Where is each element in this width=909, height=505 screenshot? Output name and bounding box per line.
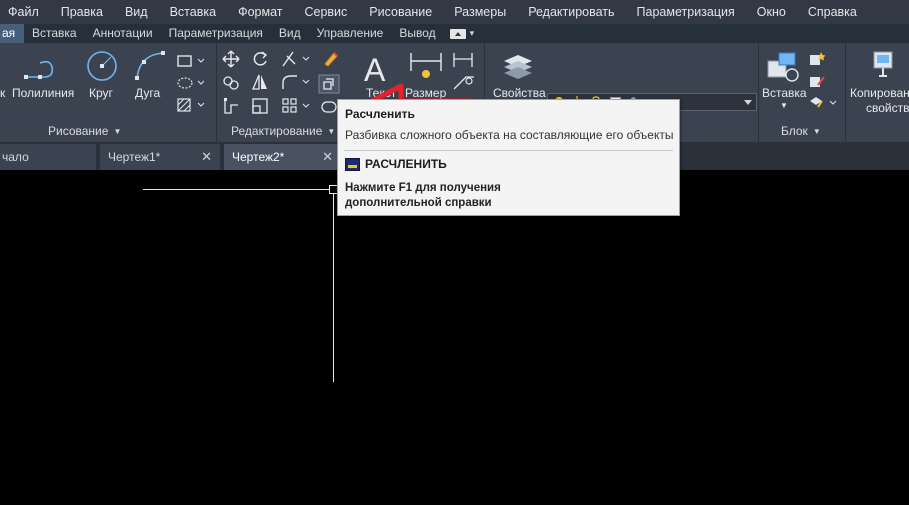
copy-icon[interactable]: [222, 73, 240, 91]
drawing-area[interactable]: [0, 170, 909, 505]
fillet-icon[interactable]: [281, 73, 311, 91]
chevron-down-icon: ▼: [327, 127, 336, 136]
arc-tool-label[interactable]: Дуга: [135, 86, 160, 100]
match-properties-icon[interactable]: [870, 49, 900, 81]
panel-divider: [845, 43, 846, 142]
circle-tool-label[interactable]: Круг: [89, 86, 113, 100]
dimension-icon[interactable]: [407, 51, 447, 85]
arc-icon[interactable]: [133, 49, 167, 83]
menu-dimensions[interactable]: Размеры: [443, 0, 517, 24]
modify-panel-title[interactable]: Редактирование ▼: [231, 121, 335, 141]
circle-icon[interactable]: [85, 49, 119, 83]
tooltip-explode: Расчленить Разбивка сложного объекта на …: [337, 99, 680, 216]
ribbon-minimize-icon: [449, 28, 466, 39]
tab-start[interactable]: чало: [0, 144, 96, 170]
text-icon[interactable]: A: [361, 53, 393, 85]
close-icon[interactable]: ✕: [201, 144, 212, 170]
rectangle-icon[interactable]: [176, 53, 206, 69]
stretch-icon[interactable]: [222, 97, 240, 115]
tab-insert[interactable]: Вставка: [24, 24, 85, 43]
tab-view[interactable]: Вид: [271, 24, 309, 43]
tab-manage[interactable]: Управление: [309, 24, 392, 43]
edit-block-icon[interactable]: [808, 73, 826, 89]
block-panel-title[interactable]: Блок ▼: [781, 121, 821, 141]
scale-icon[interactable]: [251, 97, 269, 115]
menu-file[interactable]: Файл: [0, 0, 50, 24]
chevron-down-icon: [744, 100, 752, 105]
menu-modify[interactable]: Редактировать: [517, 0, 625, 24]
tab-home[interactable]: ая: [0, 24, 24, 43]
chevron-down-icon: ▾: [469, 28, 475, 38]
insert-block-icon[interactable]: [765, 49, 801, 85]
close-icon[interactable]: ✕: [322, 144, 333, 170]
tab-output[interactable]: Вывод: [391, 24, 443, 43]
create-block-icon[interactable]: [808, 51, 826, 67]
move-icon[interactable]: [222, 50, 240, 68]
chevron-down-icon: ▼: [812, 127, 821, 136]
menu-tools[interactable]: Сервис: [293, 0, 358, 24]
menu-draw[interactable]: Рисование: [358, 0, 443, 24]
tab-parametric[interactable]: Параметризация: [161, 24, 271, 43]
mirror-icon[interactable]: [251, 73, 269, 91]
menu-parametric[interactable]: Параметризация: [626, 0, 746, 24]
tooltip-title: Расчленить: [345, 107, 415, 121]
tooltip-help: Нажмите F1 для получения дополнительной …: [345, 182, 501, 209]
menu-edit[interactable]: Правка: [50, 0, 114, 24]
chevron-down-icon: ▼: [113, 127, 122, 136]
line-tool-label[interactable]: к: [0, 86, 5, 100]
tab-annotate[interactable]: Аннотации: [85, 24, 161, 43]
tab-drawing2[interactable]: Чертеж2* ✕: [224, 144, 341, 170]
array-icon[interactable]: [281, 97, 311, 115]
ribbon-tabs: ая Вставка Аннотации Параметризация Вид …: [0, 24, 909, 43]
match-properties-label-2[interactable]: свойств: [866, 101, 909, 115]
menu-help[interactable]: Справка: [797, 0, 868, 24]
menu-window[interactable]: Окно: [746, 0, 797, 24]
panel-divider: [758, 43, 759, 142]
tooltip-command: РАСЧЛЕНИТЬ: [345, 157, 447, 171]
insert-tool-label[interactable]: Вставка: [762, 86, 807, 100]
polyline-icon[interactable]: [22, 53, 62, 89]
offset-icon[interactable]: [321, 100, 337, 114]
tab-options[interactable]: ▾: [449, 28, 475, 39]
menu-view[interactable]: Вид: [114, 0, 159, 24]
gradient-icon[interactable]: [176, 97, 206, 113]
hatch-icon[interactable]: [176, 75, 206, 91]
panel-divider: [216, 43, 217, 142]
command-icon: [345, 157, 360, 171]
menu-bar: Файл Правка Вид Вставка Формат Сервис Ри…: [0, 0, 909, 24]
trim-icon[interactable]: [281, 50, 311, 68]
erase-icon[interactable]: [322, 49, 340, 67]
svg-text:A: A: [364, 53, 386, 85]
properties-tool-label[interactable]: Свойства: [493, 86, 546, 100]
match-properties-label[interactable]: Копирован: [850, 86, 909, 100]
chevron-down-icon[interactable]: ▼: [780, 101, 788, 110]
menu-format[interactable]: Формат: [227, 0, 293, 24]
tooltip-divider: [344, 150, 673, 151]
crosshair-cursor: [143, 185, 338, 382]
draw-panel-title[interactable]: Рисование ▼: [48, 121, 121, 141]
menu-insert[interactable]: Вставка: [159, 0, 227, 24]
rotate-icon[interactable]: [251, 50, 269, 68]
tab-drawing1[interactable]: Чертеж1* ✕: [100, 144, 220, 170]
explode-icon[interactable]: [318, 74, 340, 94]
block-attributes-icon[interactable]: [808, 95, 838, 111]
tooltip-description: Разбивка сложного объекта на составляющи…: [345, 128, 674, 142]
properties-icon[interactable]: [500, 51, 536, 83]
polyline-tool-label[interactable]: Полилиния: [12, 86, 74, 100]
linear-dim-icon[interactable]: [452, 51, 478, 69]
